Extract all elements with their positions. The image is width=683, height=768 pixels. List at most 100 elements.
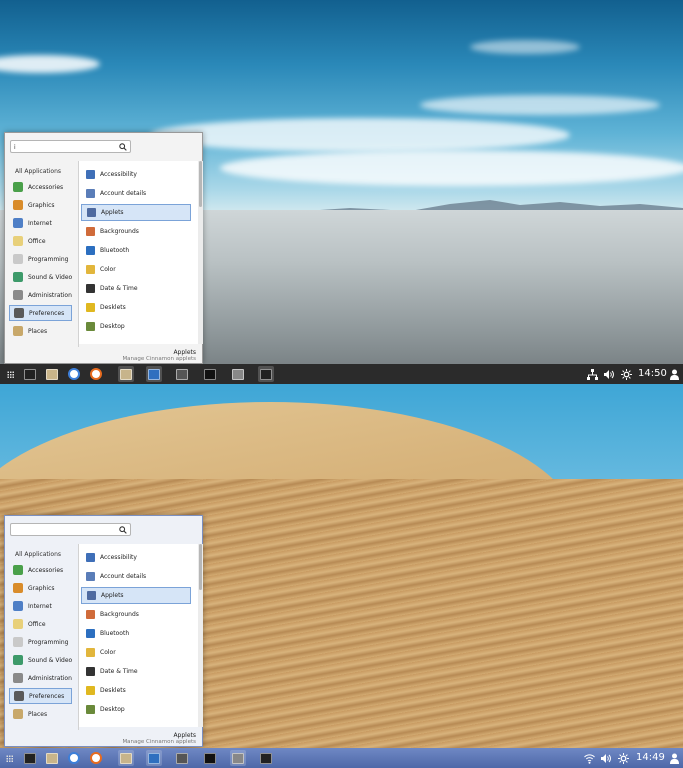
terminal-launcher[interactable]	[22, 366, 38, 382]
chromium-launcher[interactable]	[66, 750, 82, 766]
app-desklets[interactable]: Desklets	[81, 682, 191, 699]
category-label: Preferences	[29, 309, 65, 317]
color-icon	[86, 265, 95, 274]
selected-app-title: Applets	[173, 732, 196, 739]
search-input[interactable]	[14, 143, 114, 151]
category-preferences[interactable]: Preferences	[9, 688, 72, 704]
programming-icon	[13, 254, 23, 264]
internet-icon	[13, 601, 23, 611]
category-internet[interactable]: Internet	[9, 598, 72, 614]
folder-window-launcher[interactable]	[118, 750, 134, 766]
category-all-applications[interactable]: All Applications	[15, 168, 61, 175]
category-office[interactable]: Office	[9, 616, 72, 632]
folder-window-launcher[interactable]	[118, 366, 134, 382]
category-label: Internet	[28, 602, 52, 610]
inkscape-launcher[interactable]	[202, 750, 218, 766]
screenshot-launcher[interactable]	[230, 750, 246, 766]
app-list-scrollbar[interactable]	[198, 544, 203, 727]
category-graphics[interactable]: Graphics	[9, 580, 72, 596]
color-icon	[86, 648, 95, 657]
app-list-scrollbar[interactable]	[198, 161, 203, 344]
category-programming[interactable]: Programming	[9, 251, 72, 267]
app-date-time[interactable]: Date & Time	[81, 663, 191, 680]
wifi-icon[interactable]	[583, 752, 595, 764]
app-desklets[interactable]: Desklets	[81, 299, 191, 316]
firefox-icon	[90, 368, 102, 380]
category-label: Accessories	[28, 566, 64, 574]
category-all-applications[interactable]: All Applications	[15, 551, 61, 558]
category-internet[interactable]: Internet	[9, 215, 72, 231]
app-applets[interactable]: Applets	[81, 204, 191, 221]
search-input[interactable]	[14, 526, 114, 534]
category-administration[interactable]: Administration	[9, 670, 72, 686]
category-preferences[interactable]: Preferences	[9, 305, 72, 321]
files-launcher[interactable]	[44, 366, 60, 382]
category-places[interactable]: Places	[9, 706, 72, 722]
chromium-icon	[68, 368, 80, 380]
user-icon[interactable]	[668, 368, 680, 380]
scrollbar-thumb[interactable]	[199, 544, 202, 590]
volume-icon[interactable]	[602, 368, 614, 380]
search-box[interactable]	[10, 140, 131, 153]
chromium-launcher[interactable]	[66, 366, 82, 382]
graphics-icon	[13, 583, 23, 593]
brightness-icon[interactable]	[617, 752, 629, 764]
category-administration[interactable]: Administration	[9, 287, 72, 303]
search-box[interactable]	[10, 523, 131, 536]
category-sound-video[interactable]: Sound & Video	[9, 652, 72, 668]
app-date-time[interactable]: Date & Time	[81, 280, 191, 297]
app-account-details[interactable]: Account details	[81, 568, 191, 585]
app-backgrounds[interactable]: Backgrounds	[81, 606, 191, 623]
scrollbar-thumb[interactable]	[199, 161, 202, 207]
category-places[interactable]: Places	[9, 323, 72, 339]
panel-clock[interactable]: 14:49	[636, 752, 665, 763]
text-editor-launcher[interactable]	[146, 366, 162, 382]
app-bluetooth[interactable]: Bluetooth	[81, 625, 191, 642]
calculator-launcher[interactable]	[174, 750, 190, 766]
app-desktop[interactable]: Desktop	[81, 318, 191, 335]
app-color[interactable]: Color	[81, 644, 191, 661]
category-programming[interactable]: Programming	[9, 634, 72, 650]
panel-clock[interactable]: 14:50	[638, 368, 667, 379]
terminal-launcher[interactable]	[22, 750, 38, 766]
category-accessories[interactable]: Accessories	[9, 179, 72, 195]
sound-video-icon	[13, 272, 23, 282]
category-sound-video[interactable]: Sound & Video	[9, 269, 72, 285]
files-launcher[interactable]	[44, 750, 60, 766]
category-list: All Applications Accessories Graphics Inte…	[5, 161, 78, 347]
app-bluetooth[interactable]: Bluetooth	[81, 242, 191, 259]
firefox-launcher[interactable]	[88, 366, 104, 382]
calculator-launcher[interactable]	[174, 366, 190, 382]
app-color[interactable]: Color	[81, 261, 191, 278]
selected-app-title: Applets	[173, 349, 196, 356]
folder-window-icon	[120, 368, 132, 380]
screenshot-launcher[interactable]	[230, 366, 246, 382]
app-label: Desklets	[100, 304, 126, 311]
menu-grid-launcher[interactable]	[2, 366, 18, 382]
category-graphics[interactable]: Graphics	[9, 197, 72, 213]
app-accessibility[interactable]: Accessibility	[81, 166, 191, 183]
administration-icon	[13, 290, 23, 300]
category-label: Preferences	[29, 692, 65, 700]
app-account-details[interactable]: Account details	[81, 185, 191, 202]
app-backgrounds[interactable]: Backgrounds	[81, 223, 191, 240]
inkscape-launcher[interactable]	[202, 366, 218, 382]
category-office[interactable]: Office	[9, 233, 72, 249]
app-applets[interactable]: Applets	[81, 587, 191, 604]
app-label: Bluetooth	[100, 247, 130, 254]
volume-icon[interactable]	[599, 752, 611, 764]
text-editor-launcher[interactable]	[146, 750, 162, 766]
network-icon[interactable]	[586, 368, 598, 380]
firefox-launcher[interactable]	[88, 750, 104, 766]
app-label: Date & Time	[100, 285, 138, 292]
terminal-window-launcher[interactable]	[258, 750, 274, 766]
terminal-window-launcher[interactable]	[258, 366, 274, 382]
menu-grid-launcher[interactable]	[1, 750, 17, 766]
graphics-icon	[13, 200, 23, 210]
app-desktop[interactable]: Desktop	[81, 701, 191, 718]
user-icon[interactable]	[668, 752, 680, 764]
app-accessibility[interactable]: Accessibility	[81, 549, 191, 566]
brightness-icon[interactable]	[620, 368, 632, 380]
application-menu: All Applications Accessories Graphics Inte…	[4, 132, 203, 364]
category-accessories[interactable]: Accessories	[9, 562, 72, 578]
